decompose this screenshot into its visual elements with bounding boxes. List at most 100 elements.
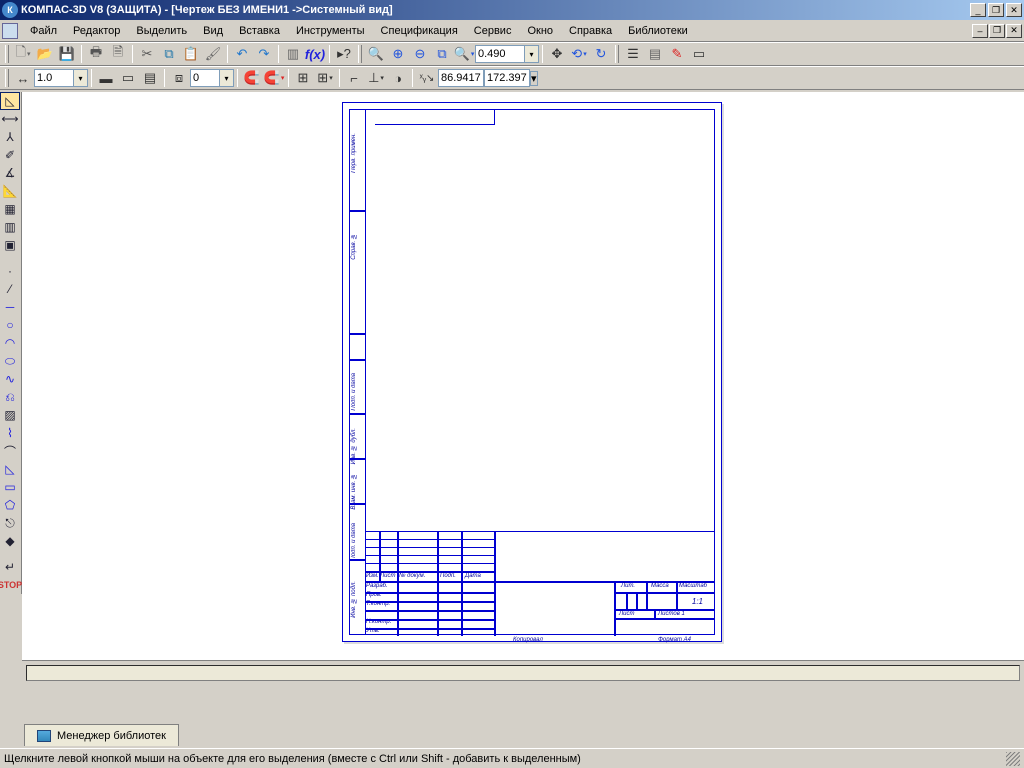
redraw-button[interactable]: ↻ — [590, 43, 612, 65]
layers-panel-button[interactable]: ▤ — [644, 43, 666, 65]
aux-line-tool[interactable]: ⁄ — [0, 280, 20, 298]
point-tool[interactable]: · — [0, 262, 20, 280]
redo-button[interactable]: ↷ — [253, 43, 275, 65]
arc-tool[interactable]: ◠ — [0, 334, 20, 352]
stop-button[interactable]: STOP — [0, 576, 20, 594]
layer-style-2[interactable]: ▭ — [117, 67, 139, 89]
hscrollbar[interactable] — [26, 665, 1020, 681]
resize-grip[interactable] — [1006, 752, 1020, 766]
measure-panel-button[interactable]: 📐 — [0, 182, 20, 200]
mdi-close-button[interactable]: ✕ — [1006, 24, 1022, 38]
toolbar-grip[interactable] — [5, 69, 9, 87]
layer-arrow[interactable]: ▾ — [220, 69, 234, 87]
save-button[interactable]: 💾 — [56, 43, 78, 65]
zoom-combo[interactable]: ▾ — [475, 45, 539, 63]
zoom-dropdown-arrow[interactable]: ▾ — [525, 45, 539, 63]
geometry-panel-button[interactable]: ◺ — [0, 92, 20, 110]
annotations-panel-button[interactable]: ⅄ — [0, 128, 20, 146]
round-button[interactable]: ◑ — [387, 67, 409, 89]
collect-tool[interactable]: ◆ — [0, 532, 20, 550]
lineweight-arrow[interactable]: ▾ — [74, 69, 88, 87]
cut-button[interactable]: ✂ — [136, 43, 158, 65]
menu-service[interactable]: Сервис — [466, 23, 520, 39]
local-cs-button[interactable]: ⌐ — [343, 67, 365, 89]
properties-panel-button[interactable]: ▭ — [688, 43, 710, 65]
toolbar-grip[interactable] — [615, 45, 619, 63]
lineweight-input[interactable] — [34, 69, 74, 87]
new-button[interactable]: 🗋 — [12, 43, 34, 65]
coord-y-field[interactable] — [484, 69, 530, 87]
library-manager-button[interactable]: ▥ — [282, 43, 304, 65]
zoom-prev-button[interactable]: ⟲ — [568, 43, 590, 65]
snap-toggle-button[interactable]: 🧲 — [241, 67, 263, 89]
layer-combo[interactable]: ▾ — [190, 69, 234, 87]
menu-spec[interactable]: Спецификация — [373, 23, 466, 39]
menu-libraries[interactable]: Библиотеки — [620, 23, 696, 39]
select-panel-button[interactable]: ▦ — [0, 200, 20, 218]
rectangle-tool[interactable]: ▭ — [0, 478, 20, 496]
print-preview-button[interactable]: 🗎 — [107, 43, 129, 65]
print-button[interactable]: 🖶 — [85, 43, 107, 65]
grid-settings-button[interactable]: ⊞ — [314, 67, 336, 89]
zoom-out-button[interactable]: ⊖ — [409, 43, 431, 65]
line-tool[interactable]: ─ — [0, 298, 20, 316]
toolbar-grip[interactable] — [358, 45, 362, 63]
menu-file[interactable]: Файл — [22, 23, 65, 39]
copy-button[interactable]: ⧉ — [158, 43, 180, 65]
pan-button[interactable]: ✥ — [546, 43, 568, 65]
menu-insert[interactable]: Вставка — [231, 23, 288, 39]
drawing-area[interactable]: Перв. примен. Справ. № Подп. и дата Инв.… — [22, 92, 1024, 660]
zoom-window-button[interactable]: ⧉ — [431, 43, 453, 65]
variables-button[interactable]: f(x) — [304, 43, 326, 65]
mdi-restore-button[interactable]: ❐ — [989, 24, 1005, 38]
restore-button[interactable]: ❐ — [988, 3, 1004, 17]
snap-settings-button[interactable]: 🧲 — [263, 67, 285, 89]
linestyle-button[interactable]: ↔ — [12, 67, 34, 89]
create-object-button[interactable]: ↵ — [0, 558, 20, 576]
mdi-minimize-button[interactable]: – — [972, 24, 988, 38]
assoc-panel-button[interactable]: ▣ — [0, 236, 20, 254]
ortho-button[interactable]: ⊥ — [365, 67, 387, 89]
library-manager-tab[interactable]: Менеджер библиотек — [24, 724, 179, 746]
edit-panel-button[interactable]: ✐ — [0, 146, 20, 164]
hatch-tool[interactable]: ▨ — [0, 406, 20, 424]
fillet-tool[interactable]: ⌒ — [0, 442, 20, 460]
properties-copy-button[interactable]: 🖌 — [202, 43, 224, 65]
bezier-tool[interactable]: ⎌ — [0, 388, 20, 406]
spec-panel-button[interactable]: ▥ — [0, 218, 20, 236]
menu-tools[interactable]: Инструменты — [288, 23, 373, 39]
menu-edit[interactable]: Редактор — [65, 23, 128, 39]
menu-view[interactable]: Вид — [195, 23, 231, 39]
paste-button[interactable]: 📋 — [180, 43, 202, 65]
coord-dropdown[interactable]: ▾ — [530, 71, 538, 86]
close-button[interactable]: ✕ — [1006, 3, 1022, 17]
tree-button[interactable]: ☰ — [622, 43, 644, 65]
dimensions-panel-button[interactable]: ⟷ — [0, 110, 20, 128]
edit-state-button[interactable]: ✎ — [666, 43, 688, 65]
menu-select[interactable]: Выделить — [128, 23, 195, 39]
layer-style-1[interactable]: ▬ — [95, 67, 117, 89]
zoom-scale-button[interactable]: 🔍 — [453, 43, 475, 65]
chamfer-tool[interactable]: ◺ — [0, 460, 20, 478]
params-panel-button[interactable]: ∡ — [0, 164, 20, 182]
toolbar-grip[interactable] — [5, 45, 9, 63]
minimize-button[interactable]: _ — [970, 3, 986, 17]
layer-style-3[interactable]: ▤ — [139, 67, 161, 89]
lineweight-combo[interactable]: ▾ — [34, 69, 88, 87]
menu-help[interactable]: Справка — [561, 23, 620, 39]
zoom-input[interactable] — [475, 45, 525, 63]
layer-input[interactable] — [190, 69, 220, 87]
menu-window[interactable]: Окно — [519, 23, 561, 39]
equidistant-tool[interactable]: ⎋ — [0, 514, 20, 532]
polyline-tool[interactable]: ⌇ — [0, 424, 20, 442]
coord-x-field[interactable] — [438, 69, 484, 87]
coords-button[interactable]: ˣᵧ↘ — [416, 67, 438, 89]
zoom-fit-button[interactable]: 🔍 — [365, 43, 387, 65]
circle-tool[interactable]: ○ — [0, 316, 20, 334]
layer-state-button[interactable]: ⧈ — [168, 67, 190, 89]
contour-tool[interactable]: ⬠ — [0, 496, 20, 514]
zoom-in-button[interactable]: ⊕ — [387, 43, 409, 65]
undo-button[interactable]: ↶ — [231, 43, 253, 65]
grid-button[interactable]: ⊞ — [292, 67, 314, 89]
open-button[interactable]: 📂 — [34, 43, 56, 65]
